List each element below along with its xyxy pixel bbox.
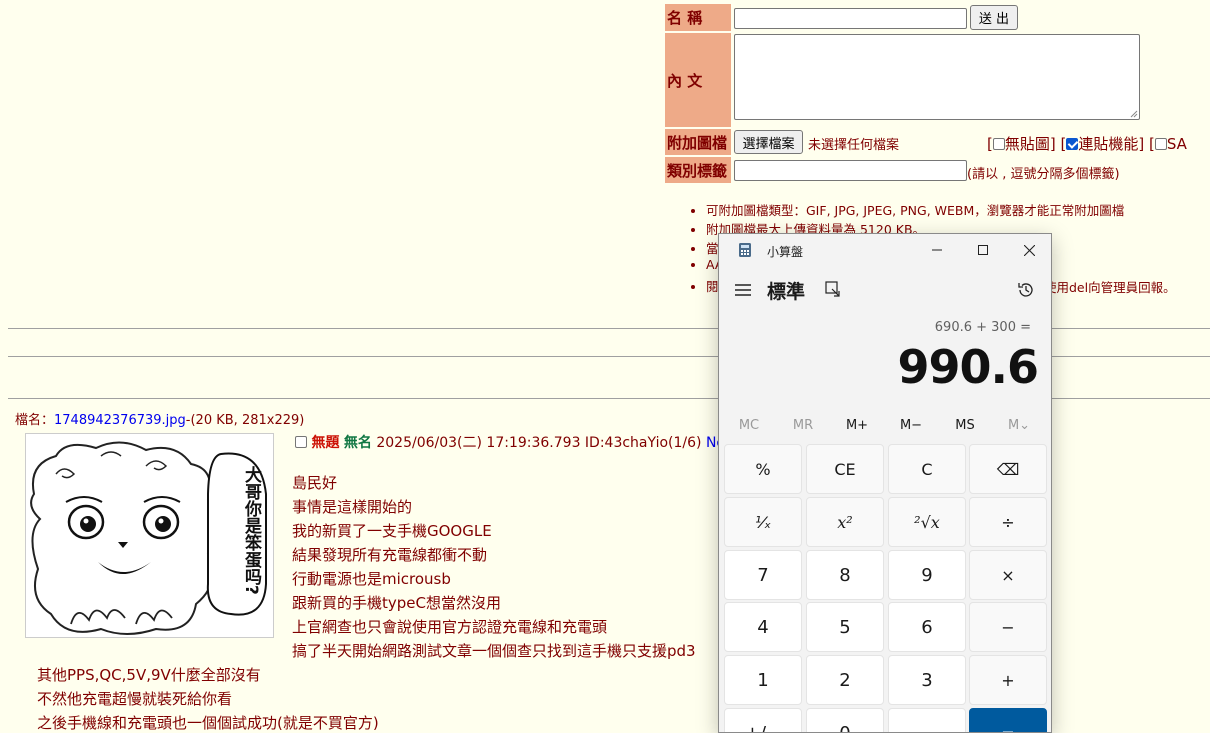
content-textarea[interactable] bbox=[734, 34, 1140, 120]
file-prefix: 檔名： bbox=[15, 413, 55, 428]
post-image[interactable]: 大哥你是笨蛋吗? bbox=[25, 433, 274, 638]
maximize-button[interactable] bbox=[960, 234, 1006, 266]
close-icon bbox=[1023, 244, 1035, 256]
digit-2-key[interactable]: 2 bbox=[806, 655, 884, 705]
post-line: 上官網查也只會說使用官方認證充電線和充電頭 bbox=[292, 618, 608, 636]
category-input[interactable] bbox=[734, 160, 967, 181]
sage-label: SA bbox=[1166, 135, 1187, 153]
noimg-checkbox[interactable] bbox=[992, 137, 1005, 150]
digit-1-key[interactable]: 1 bbox=[724, 655, 802, 705]
file-info: 檔名：1748942376739.jpg-(20 KB, 281x229) bbox=[15, 409, 304, 428]
post-header: 無題 無名 2025/06/03(二) 17:19:36.793 ID:43ch… bbox=[295, 432, 738, 452]
digit-8-key[interactable]: 8 bbox=[806, 550, 884, 600]
file-link[interactable]: 1748942376739.jpg bbox=[54, 413, 186, 428]
category-label: 類別標籤 bbox=[665, 157, 731, 183]
digit-5-key[interactable]: 5 bbox=[806, 602, 884, 652]
post-line: 跟新買的手機typeC想當然沒用 bbox=[292, 594, 501, 612]
memory-store-button[interactable]: MS bbox=[938, 418, 992, 433]
digit-4-key[interactable]: 4 bbox=[724, 602, 802, 652]
content-label: 內 文 bbox=[665, 33, 731, 127]
calculator-titlebar[interactable]: 小算盤 bbox=[719, 234, 1051, 266]
attach-label: 附加圖檔 bbox=[665, 129, 731, 155]
post-line: 結果發現所有充電線都衝不動 bbox=[292, 546, 488, 564]
image-speech-text: 大哥你是笨蛋吗? bbox=[241, 466, 261, 595]
post-line: 不然他充電超慢就裝死給你看 bbox=[37, 690, 233, 708]
post-line: 其他PPS,QC,5V,9V什麼全部沒有 bbox=[37, 666, 261, 684]
calculator-mode-title: 標準 bbox=[767, 281, 806, 303]
post-author: 無名 bbox=[343, 435, 372, 451]
memory-add-button[interactable]: M+ bbox=[830, 418, 884, 433]
post-datetime: 2025/06/03(二) 17:19:36.793 ID:43chaYio(1… bbox=[376, 435, 702, 451]
calculator-expression: 690.6 + 300 = bbox=[934, 320, 1031, 335]
digit-7-key[interactable]: 7 bbox=[724, 550, 802, 600]
name-label: 名 稱 bbox=[665, 4, 731, 31]
resize-grip-icon[interactable] bbox=[1130, 110, 1138, 118]
subtract-key[interactable]: − bbox=[969, 602, 1047, 652]
post-line: 我的新買了一支手機GOOGLE bbox=[292, 522, 492, 540]
reciprocal-key[interactable]: ¹⁄ₓ bbox=[724, 497, 802, 547]
post-line: 島民好 bbox=[292, 474, 338, 492]
equals-key[interactable]: = bbox=[969, 708, 1047, 732]
negate-key[interactable]: +/− bbox=[724, 708, 802, 732]
calculator-display: 990.6 bbox=[897, 340, 1039, 394]
digit-9-key[interactable]: 9 bbox=[888, 550, 966, 600]
rule-item: 可附加圖檔類型：GIF, JPG, JPEG, PNG, WEBM，瀏覽器才能正… bbox=[706, 200, 1124, 219]
keep-on-top-button[interactable] bbox=[825, 281, 841, 301]
backspace-key[interactable]: ⌫ bbox=[969, 444, 1047, 494]
post-line: 之後手機線和充電頭也一個個試成功(就是不買官方) bbox=[37, 714, 379, 732]
post-title: 無題 bbox=[311, 435, 340, 451]
maximize-icon bbox=[978, 245, 988, 255]
hamburger-menu-button[interactable] bbox=[735, 282, 751, 301]
send-button[interactable]: 送 出 bbox=[970, 5, 1018, 30]
name-input[interactable] bbox=[734, 8, 967, 29]
paste-checkbox[interactable] bbox=[1066, 137, 1079, 150]
no-file-text: 未選擇任何檔案 bbox=[808, 138, 900, 153]
file-meta: -(20 KB, 281x229) bbox=[185, 413, 305, 428]
digit-0-key[interactable]: 0 bbox=[806, 708, 884, 732]
square-key[interactable]: x² bbox=[806, 497, 884, 547]
memory-clear-button[interactable]: MC bbox=[722, 418, 776, 433]
multiply-key[interactable]: × bbox=[969, 550, 1047, 600]
sage-checkbox[interactable] bbox=[1154, 137, 1167, 150]
post-select-checkbox[interactable] bbox=[295, 436, 307, 448]
post-line: 事情是這樣開始的 bbox=[292, 498, 413, 516]
post-line: 搞了半天開始網路測試文章一個個查只找到這手機只支援pd3 bbox=[292, 642, 696, 660]
clear-key[interactable]: C bbox=[888, 444, 966, 494]
divide-key[interactable]: ÷ bbox=[969, 497, 1047, 547]
post-line: 行動電源也是microusb bbox=[292, 570, 451, 588]
memory-subtract-button[interactable]: M− bbox=[884, 418, 938, 433]
add-key[interactable]: + bbox=[969, 655, 1047, 705]
calculator-app-icon bbox=[739, 243, 751, 257]
keep-on-top-icon bbox=[825, 281, 840, 297]
category-hint: (請以 , 逗號分隔多個標籤) bbox=[967, 167, 1120, 182]
memory-recall-button[interactable]: MR bbox=[776, 418, 830, 433]
minimize-icon bbox=[932, 249, 942, 251]
memory-list-button[interactable]: M⌄ bbox=[992, 418, 1046, 433]
minimize-button[interactable] bbox=[914, 234, 960, 266]
clear-entry-key[interactable]: CE bbox=[806, 444, 884, 494]
decimal-key[interactable]: . bbox=[888, 708, 966, 732]
digit-3-key[interactable]: 3 bbox=[888, 655, 966, 705]
hamburger-icon bbox=[735, 284, 751, 296]
digit-6-key[interactable]: 6 bbox=[888, 602, 966, 652]
noimg-label: 無貼圖 bbox=[1004, 135, 1050, 153]
paste-label: 連貼機能 bbox=[1078, 135, 1139, 153]
post-options: [無貼圖] [連貼機能] [SA bbox=[987, 135, 1187, 153]
calculator-title: 小算盤 bbox=[767, 245, 804, 259]
square-root-key[interactable]: ²√x bbox=[888, 497, 966, 547]
percent-key[interactable]: % bbox=[724, 444, 802, 494]
close-button[interactable] bbox=[1006, 234, 1051, 266]
rule-tail: 使用del向管理員回報。 bbox=[1044, 280, 1176, 295]
calculator-window[interactable]: 小算盤 標準 690.6 + 300 = 990.6 MC MR M+ M− M… bbox=[718, 233, 1052, 733]
history-button[interactable] bbox=[1017, 281, 1035, 303]
choose-file-button[interactable]: 選擇檔案 bbox=[734, 130, 803, 154]
history-icon bbox=[1018, 283, 1033, 297]
